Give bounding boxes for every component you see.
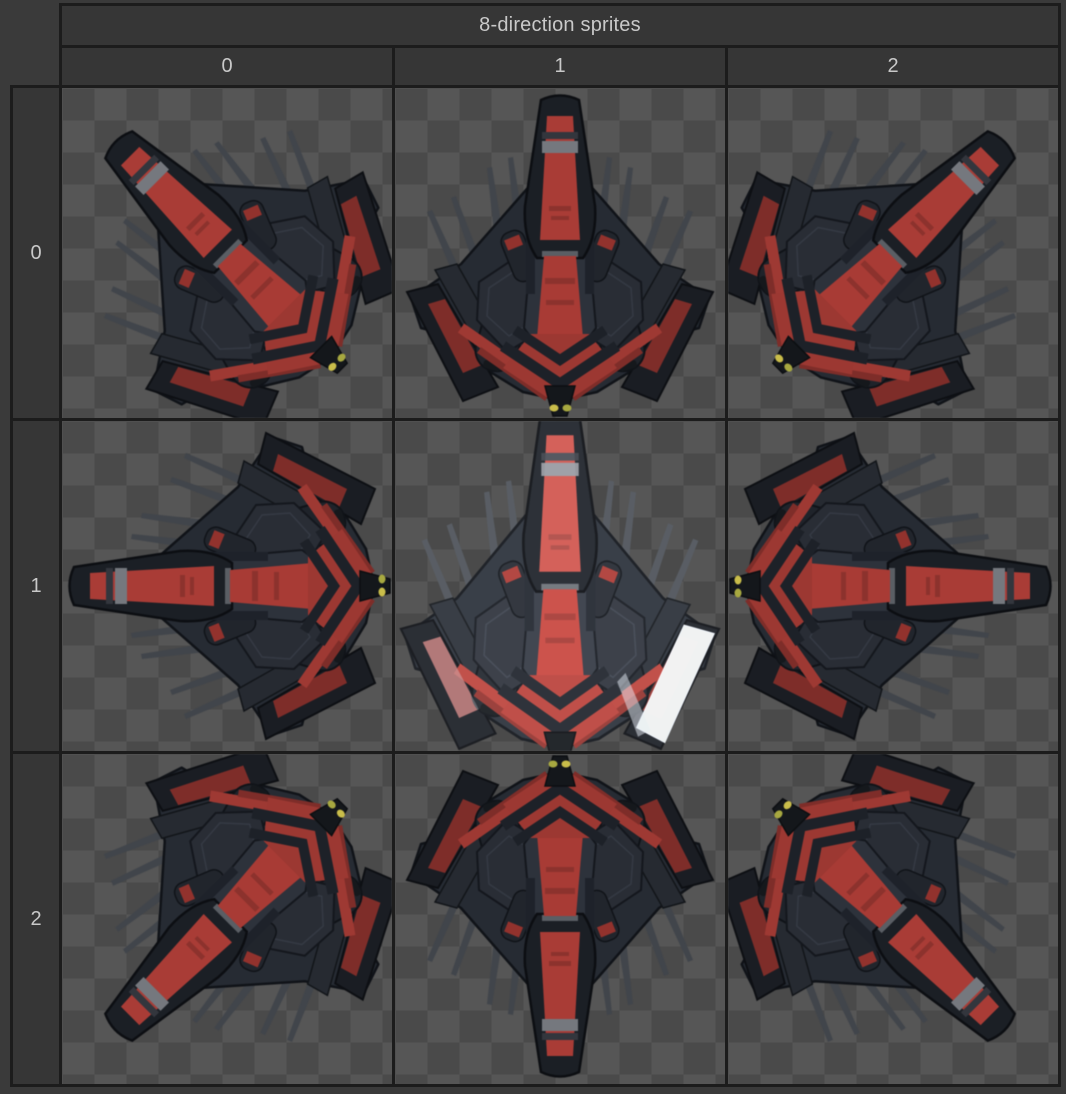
sprite-cell-r0-c1 — [394, 87, 727, 420]
sprite-cell-r2-c1 — [394, 753, 727, 1086]
row-header-2: 2 — [12, 753, 61, 1086]
ship-sprite-source-render — [395, 421, 725, 751]
ship-sprite — [62, 754, 392, 1084]
sprite-cell-r1-c2 — [727, 420, 1060, 753]
ship-sprite — [62, 88, 392, 418]
ship-sprite — [728, 88, 1058, 418]
ship-sprite — [395, 88, 725, 418]
sheet-title: 8-direction sprites — [61, 5, 1060, 47]
sprite-cell-r2-c2 — [727, 753, 1060, 1086]
corner-gap — [12, 5, 61, 87]
ship-sprite — [395, 754, 725, 1084]
sprite-cell-r0-c2 — [727, 87, 1060, 420]
sprite-cell-r0-c0 — [61, 87, 394, 420]
column-header-2: 2 — [727, 47, 1060, 87]
ship-sprite — [728, 421, 1058, 751]
ship-sprite — [728, 754, 1058, 1084]
sprite-cell-r1-c1 — [394, 420, 727, 753]
row-header-0: 0 — [12, 87, 61, 420]
ship-sprite — [62, 421, 392, 751]
sprite-sheet-table: 8-direction sprites 0 1 2 0 1 2 — [10, 3, 1061, 1087]
column-header-1: 1 — [394, 47, 727, 87]
sprite-cell-r2-c0 — [61, 753, 394, 1086]
sprite-cell-r1-c0 — [61, 420, 394, 753]
column-header-0: 0 — [61, 47, 394, 87]
row-header-1: 1 — [12, 420, 61, 753]
